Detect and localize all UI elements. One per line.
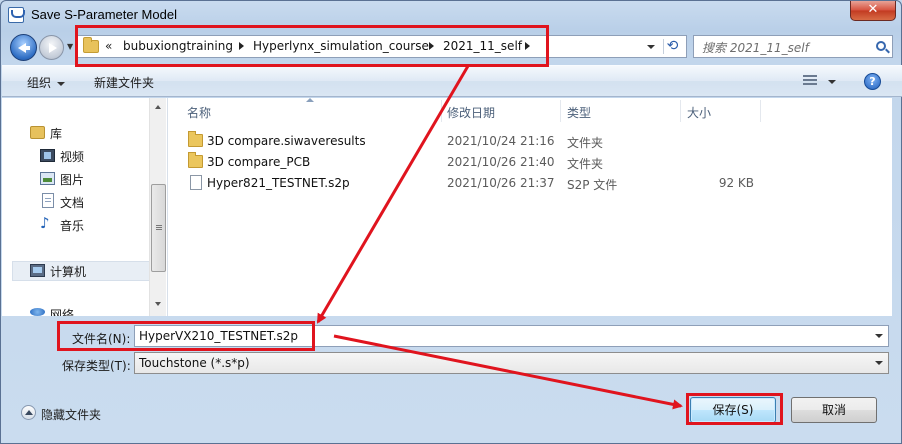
file-row[interactable]: 3D compare.siwaveresults 2021/10/24 21:1… <box>168 131 893 152</box>
column-header-date[interactable]: 修改日期 <box>447 104 495 121</box>
address-history-dropdown-icon[interactable] <box>647 45 655 49</box>
column-header-name[interactable]: 名称 <box>187 104 211 121</box>
sidebar-item-pictures[interactable]: 图片 <box>60 171 84 188</box>
filename-value: HyperVX210_TESTNET.s2p <box>139 329 299 343</box>
sidebar-item-music[interactable]: 音乐 <box>60 217 84 234</box>
file-type: 文件夹 <box>567 157 604 171</box>
refresh-icon[interactable]: ⟲ <box>663 39 681 54</box>
sidebar-item-videos[interactable]: 视频 <box>60 148 84 165</box>
file-name: Hyper821_TESTNET.s2p <box>207 176 350 190</box>
music-icon: ♪ <box>40 214 50 232</box>
file-type: S2P 文件 <box>567 178 618 192</box>
command-toolbar: 组织 新建文件夹 ? <box>2 65 902 97</box>
pictures-icon <box>40 172 55 185</box>
sidebar-item-computer[interactable]: 计算机 <box>50 263 86 280</box>
sidebar-item-library[interactable]: 库 <box>50 125 62 142</box>
sidebar-item-documents[interactable]: 文档 <box>60 194 84 211</box>
search-icon[interactable] <box>876 41 886 51</box>
navigation-pane: 库 视频 图片 文档 ♪ 音乐 计算机 网络 <box>2 98 167 316</box>
app-icon <box>8 7 25 23</box>
file-icon <box>190 175 202 190</box>
filename-label: 文件名(N): <box>72 332 131 346</box>
chevron-down-icon[interactable] <box>828 80 836 84</box>
chevron-up-icon <box>21 405 36 420</box>
breadcrumb-arrow-icon[interactable] <box>429 42 434 50</box>
recent-pages-chevron-down-icon[interactable]: ▼ <box>67 42 73 51</box>
window-title: Save S-Parameter Model <box>31 7 177 22</box>
file-row[interactable]: Hyper821_TESTNET.s2p 2021/10/26 21:37 S2… <box>168 173 893 194</box>
title-bar: Save S-Parameter Model ✕ <box>1 1 901 29</box>
breadcrumb-2021-11-self[interactable]: 2021_11_self <box>443 39 522 53</box>
folder-icon <box>83 37 99 53</box>
scroll-down-icon[interactable] <box>155 302 161 306</box>
organize-menu[interactable]: 组织 <box>27 74 66 91</box>
chevron-down-icon <box>57 81 66 86</box>
scroll-up-icon[interactable] <box>155 105 161 109</box>
file-type: 文件夹 <box>567 136 604 150</box>
close-button[interactable]: ✕ <box>850 1 896 21</box>
address-bar[interactable]: « bubuxiongtraining Hyperlynx_simulation… <box>76 35 687 58</box>
breadcrumb-arrow-icon[interactable] <box>239 42 244 50</box>
help-icon[interactable]: ? <box>864 73 881 90</box>
save-button[interactable]: 保存(S) <box>690 397 776 423</box>
filetype-value: Touchstone (*.s*p) <box>139 356 250 370</box>
file-date: 2021/10/24 21:16 <box>447 134 555 148</box>
column-divider[interactable] <box>441 100 442 122</box>
computer-icon <box>30 264 45 277</box>
file-name: 3D compare.siwaveresults <box>207 134 366 148</box>
chevron-down-icon[interactable] <box>875 361 883 365</box>
new-folder-button[interactable]: 新建文件夹 <box>94 74 154 91</box>
navigation-scrollbar[interactable] <box>149 98 166 316</box>
breadcrumb-bubuxiongtraining[interactable]: bubuxiongtraining <box>123 39 233 53</box>
scrollbar-thumb[interactable] <box>151 184 166 272</box>
column-header-type[interactable]: 类型 <box>567 104 591 121</box>
search-input[interactable]: 搜索 2021_11_self <box>693 35 893 58</box>
breadcrumb-arrow-icon[interactable] <box>525 42 530 50</box>
overflow-chevron[interactable]: « <box>105 39 112 53</box>
forward-button[interactable] <box>39 35 64 60</box>
cancel-button[interactable]: 取消 <box>791 397 877 423</box>
view-options-icon[interactable] <box>803 75 817 87</box>
breadcrumb-hyperlynx-simulation-course[interactable]: Hyperlynx_simulation_course <box>253 39 429 53</box>
hide-folders-label: 隐藏文件夹 <box>41 408 102 422</box>
back-button[interactable] <box>10 34 37 61</box>
folder-icon <box>188 131 203 147</box>
file-size: 92 KB <box>718 176 754 190</box>
file-date: 2021/10/26 21:40 <box>447 155 555 169</box>
file-list: 名称 修改日期 类型 大小 3D compare.siwaveresults 2… <box>167 98 892 316</box>
search-placeholder: 搜索 2021_11_self <box>702 41 809 55</box>
documents-icon <box>42 193 54 208</box>
library-icon <box>30 126 45 139</box>
folder-icon <box>188 152 203 168</box>
column-header-size[interactable]: 大小 <box>687 104 711 121</box>
sidebar-item-network[interactable]: 网络 <box>50 306 74 316</box>
chevron-down-icon[interactable] <box>875 334 883 338</box>
filename-field[interactable]: HyperVX210_TESTNET.s2p <box>134 325 889 347</box>
filetype-select[interactable]: Touchstone (*.s*p) <box>134 352 889 374</box>
filetype-label: 保存类型(T): <box>62 359 131 373</box>
network-icon <box>30 308 45 316</box>
column-divider[interactable] <box>560 100 561 122</box>
file-date: 2021/10/26 21:37 <box>447 176 555 190</box>
column-divider[interactable] <box>760 100 761 122</box>
grip-icon <box>156 225 162 231</box>
column-divider[interactable] <box>680 100 681 122</box>
file-name: 3D compare_PCB <box>207 155 311 169</box>
sort-ascending-icon <box>306 98 314 102</box>
file-row[interactable]: 3D compare_PCB 2021/10/26 21:40 文件夹 <box>168 152 893 173</box>
save-dialog-window: Save S-Parameter Model ✕ ▼ « bubuxiongtr… <box>0 0 902 444</box>
video-icon <box>40 149 55 162</box>
